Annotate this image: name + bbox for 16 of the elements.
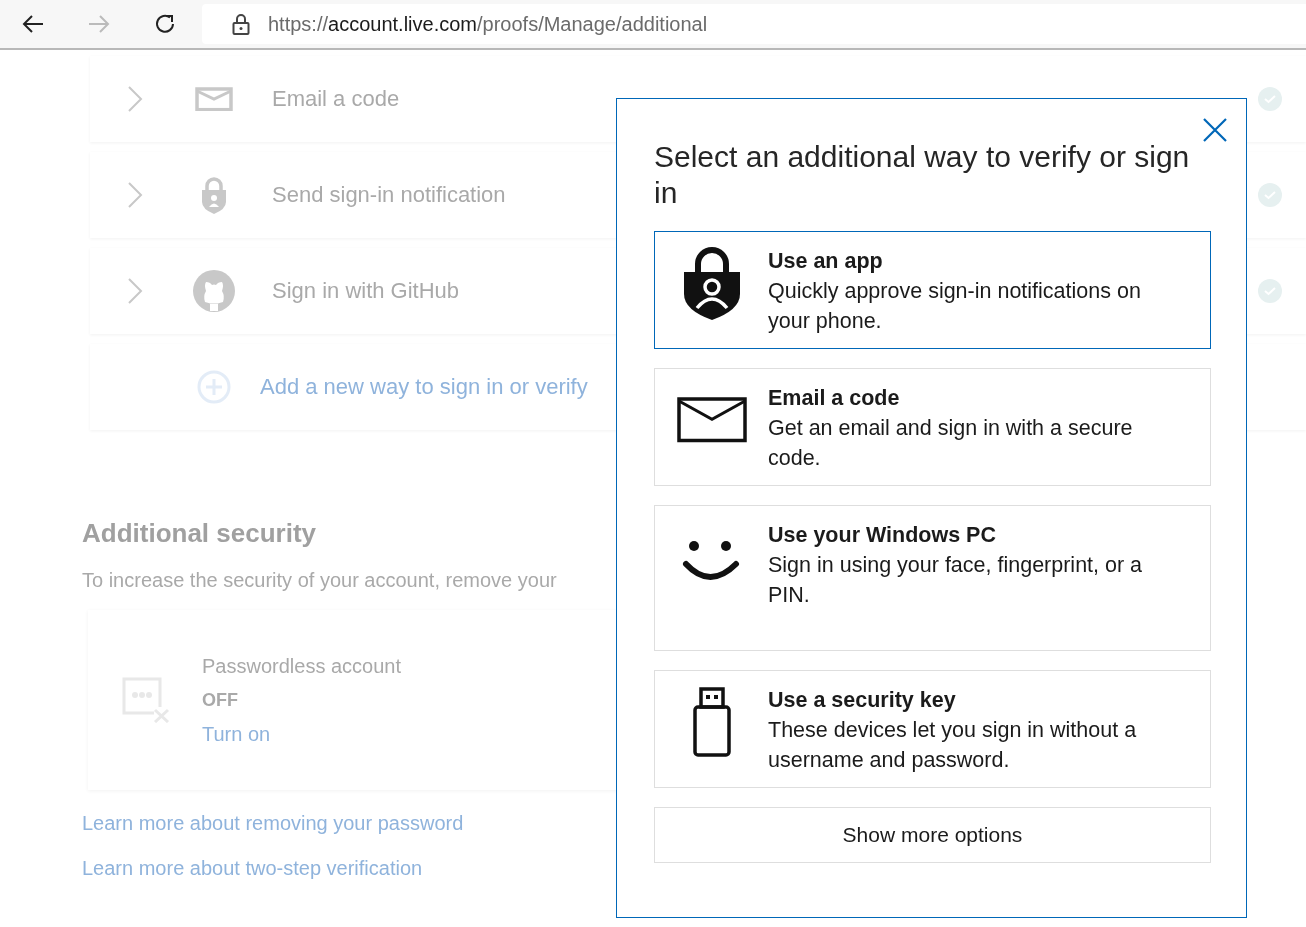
option-title: Email a code bbox=[768, 385, 901, 412]
section-heading: Additional security bbox=[82, 518, 317, 549]
method-label: Send sign-in notification bbox=[272, 182, 506, 208]
section-description: To increase the security of your account, remove your bbox=[82, 569, 557, 592]
option-description: Sign in using your face, fingerprint, or a PIN. bbox=[768, 552, 1144, 609]
option-description: These devices let you sign in without a username and password. bbox=[768, 717, 1138, 774]
dialog-title: Select an additional way to verify or sign in bbox=[654, 139, 1191, 211]
option-description: Quickly approve sign-in notifications on your phone. bbox=[768, 278, 1142, 335]
card-title: Passwordless account bbox=[202, 654, 401, 678]
method-label: Sign in with GitHub bbox=[272, 278, 460, 304]
option-title: Use an app bbox=[768, 248, 884, 275]
method-label: Email a code bbox=[272, 86, 400, 112]
option-title: Use your Windows PC bbox=[768, 522, 997, 549]
option-description: Get an email and sign in with a secure code. bbox=[768, 415, 1134, 472]
option-title: Use a security key bbox=[768, 687, 957, 714]
status-text: OFF bbox=[202, 689, 238, 711]
